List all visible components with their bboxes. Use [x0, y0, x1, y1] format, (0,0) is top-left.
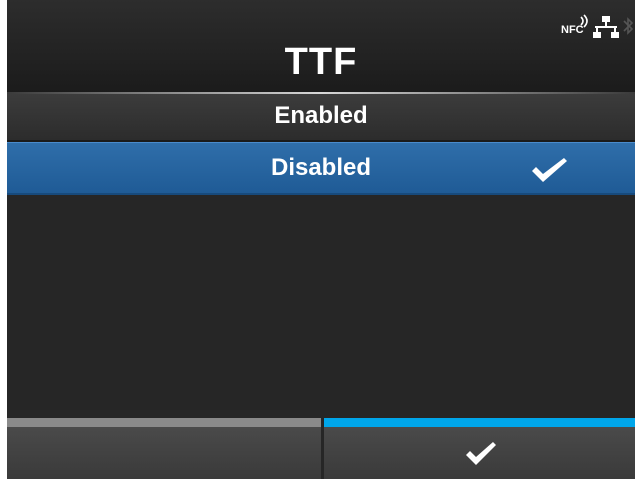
printer-screen: NFC TTF Enabled Disabled	[7, 0, 635, 479]
checkmark-icon	[532, 158, 567, 182]
checkmark-icon	[466, 442, 496, 465]
option-disabled[interactable]: Disabled	[7, 142, 635, 195]
back-button[interactable]	[7, 418, 321, 479]
option-label: Enabled	[274, 102, 368, 129]
confirm-button[interactable]	[324, 418, 635, 479]
option-list: Enabled Disabled	[7, 94, 635, 195]
nfc-icon: NFC	[561, 14, 591, 40]
header-bar: NFC TTF	[7, 0, 635, 94]
page-title: TTF	[284, 41, 358, 83]
network-icon	[593, 16, 619, 38]
option-enabled[interactable]: Enabled	[7, 94, 635, 142]
bluetooth-icon	[623, 17, 634, 35]
footer-bar	[7, 418, 635, 479]
